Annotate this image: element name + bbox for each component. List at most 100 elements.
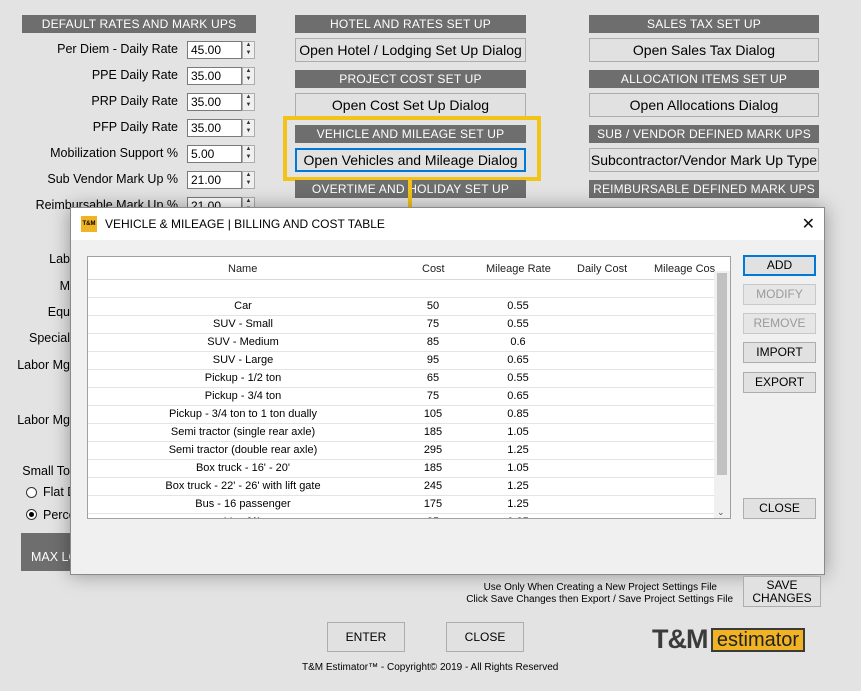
open-cost-dialog-button[interactable]: Open Cost Set Up Dialog: [295, 93, 526, 117]
partial-label-small-tools: Small To: [22, 464, 70, 478]
spin-down-icon[interactable]: ▼: [243, 128, 254, 136]
scroll-down-icon[interactable]: ⌄: [717, 507, 725, 518]
table-row[interactable]: Van 2/185 0.85: [88, 514, 714, 518]
col-header-cost[interactable]: Cost: [422, 263, 445, 275]
percent-radio[interactable]: [26, 509, 37, 520]
open-sales-tax-button[interactable]: Open Sales Tax Dialog: [589, 38, 819, 62]
table-row[interactable]: Semi tractor (double rear axle) 295 1.25: [88, 442, 714, 460]
table-row[interactable]: SUV - Small 75 0.55: [88, 316, 714, 334]
dialog-title: VEHICLE & MILEAGE | BILLING AND COST TAB…: [105, 217, 385, 231]
cell-cost: 85: [398, 516, 468, 518]
open-allocations-button[interactable]: Open Allocations Dialog: [589, 93, 819, 117]
cell-cost: 105: [423, 408, 443, 420]
export-button[interactable]: EXPORT: [743, 372, 816, 393]
dialog-titlebar: T&M VEHICLE & MILEAGE | BILLING AND COST…: [71, 208, 824, 240]
copyright-text: T&M Estimator™ - Copyright© 2019 - All R…: [302, 662, 559, 673]
remove-button[interactable]: REMOVE: [743, 313, 816, 334]
spin-down-icon[interactable]: ▼: [243, 180, 254, 188]
table-row[interactable]: SUV - Medium 85 0.6: [88, 334, 714, 352]
spin-up-icon[interactable]: ▲: [243, 146, 254, 154]
spin-up-icon[interactable]: ▲: [243, 68, 254, 76]
field-label-0: Per Diem - Daily Rate: [57, 42, 178, 56]
open-hotel-dialog-button[interactable]: Open Hotel / Lodging Set Up Dialog: [295, 38, 526, 62]
cell-mileage-rate: 1.25: [507, 498, 529, 510]
spin-up-icon[interactable]: ▲: [243, 172, 254, 180]
note-line-1: Use Only When Creating a New Project Set…: [483, 582, 717, 593]
project-cost-header: PROJECT COST SET UP: [295, 70, 526, 88]
spin-down-icon[interactable]: ▼: [243, 154, 254, 162]
vehicle-table: Name Cost Mileage Rate Daily Cost Mileag…: [87, 256, 731, 519]
table-row[interactable]: Box truck - 22' - 26' with lift gate 245 1…: [88, 478, 714, 496]
import-button[interactable]: IMPORT: [743, 342, 816, 363]
modify-button[interactable]: MODIFY: [743, 284, 816, 305]
table-row[interactable]: Pickup - 3/4 ton 75 0.65: [88, 388, 714, 406]
field-label-5: Sub Vendor Mark Up %: [47, 172, 178, 186]
table-row[interactable]: Bus - 16 passenger 175 1.25: [88, 496, 714, 514]
cell-cost: 185: [423, 462, 443, 474]
cell-name: Car: [234, 300, 252, 312]
col-header-daily-cost[interactable]: Daily Cost: [577, 263, 627, 275]
vehicle-header: VEHICLE AND MILEAGE SET UP: [295, 125, 526, 143]
spinner-5[interactable]: ▲ ▼: [242, 171, 255, 189]
table-row[interactable]: Semi tractor (single rear axle) 185 1.05: [88, 424, 714, 442]
cell-cost: 85: [426, 336, 440, 348]
save-changes-button[interactable]: SAVE CHANGES: [743, 576, 821, 607]
rate-input-2[interactable]: 35.00: [187, 93, 242, 111]
col-header-mileage-cost[interactable]: Mileage Cos: [654, 263, 715, 275]
cell-cost: 95: [426, 354, 440, 366]
cell-name: Pickup - 3/4 ton to 1 ton dually: [169, 408, 317, 420]
logo-estimator: estimator: [710, 627, 806, 652]
close-icon[interactable]: ✕: [802, 214, 815, 234]
table-row[interactable]: Pickup - 1/2 ton 65 0.55: [88, 370, 714, 388]
field-label-4: Mobilization Support %: [50, 146, 178, 160]
col-header-name[interactable]: Name: [228, 263, 257, 275]
vertical-scrollbar[interactable]: ⌄: [714, 271, 730, 518]
spin-down-icon[interactable]: ▼: [243, 76, 254, 84]
sub-vendor-header: SUB / VENDOR DEFINED MARK UPS: [589, 125, 819, 143]
cell-name: Semi tractor (single rear axle): [170, 426, 316, 438]
spinner-2[interactable]: ▲ ▼: [242, 93, 255, 111]
sales-tax-header: SALES TAX SET UP: [589, 15, 819, 33]
open-vehicle-dialog-button[interactable]: Open Vehicles and Mileage Dialog: [295, 148, 526, 172]
spinner-1[interactable]: ▲ ▼: [242, 67, 255, 85]
cell-cost: 65: [426, 372, 440, 384]
rate-input-1[interactable]: 35.00: [187, 67, 242, 85]
table-row[interactable]: SUV - Large 95 0.65: [88, 352, 714, 370]
spinner-3[interactable]: ▲ ▼: [242, 119, 255, 137]
hotel-header: HOTEL AND RATES SET UP: [295, 15, 526, 33]
enter-button[interactable]: ENTER: [327, 622, 405, 652]
spin-up-icon[interactable]: ▲: [243, 94, 254, 102]
cell-name: SUV - Large: [212, 354, 274, 366]
rate-input-3[interactable]: 35.00: [187, 119, 242, 137]
spin-up-icon[interactable]: ▲: [243, 120, 254, 128]
rate-input-4[interactable]: 5.00: [187, 145, 242, 163]
table-row[interactable]: Pickup - 3/4 ton to 1 ton dually 105 0.85: [88, 406, 714, 424]
partial-label-special: Special: [29, 331, 70, 345]
spin-down-icon[interactable]: ▼: [243, 50, 254, 58]
table-row[interactable]: Car 50 0.55: [88, 298, 714, 316]
spin-down-icon[interactable]: ▼: [243, 102, 254, 110]
cell-name: SUV - Small: [213, 318, 273, 330]
spinner-4[interactable]: ▲ ▼: [242, 145, 255, 163]
spin-up-icon[interactable]: ▲: [243, 42, 254, 50]
table-row[interactable]: [88, 280, 714, 298]
field-label-3: PFP Daily Rate: [92, 120, 178, 134]
rate-input-0[interactable]: 45.00: [187, 41, 242, 59]
vehicle-mileage-dialog: T&M VEHICLE & MILEAGE | BILLING AND COST…: [70, 207, 825, 575]
rate-input-5[interactable]: 21.00: [187, 171, 242, 189]
col-header-mileage-rate[interactable]: Mileage Rate: [486, 263, 551, 275]
cell-mileage-rate: 0.85: [507, 408, 529, 420]
spin-up-icon[interactable]: ▲: [243, 198, 254, 206]
add-button[interactable]: ADD: [743, 255, 816, 276]
cell-cost: 245: [423, 480, 443, 492]
scrollbar-thumb[interactable]: [717, 273, 727, 475]
dialog-close-button[interactable]: CLOSE: [743, 498, 816, 519]
spinner-0[interactable]: ▲ ▼: [242, 41, 255, 59]
flat-radio[interactable]: [26, 487, 37, 498]
close-button[interactable]: CLOSE: [446, 622, 524, 652]
cell-name: Pickup - 1/2 ton: [204, 372, 282, 384]
cell-name: Van 2/1: [88, 516, 398, 518]
logo-tm: T&M: [652, 624, 708, 654]
sub-vendor-markup-button[interactable]: Subcontractor/Vendor Mark Up Type: [589, 148, 819, 172]
table-row[interactable]: Box truck - 16' - 20' 185 1.05: [88, 460, 714, 478]
